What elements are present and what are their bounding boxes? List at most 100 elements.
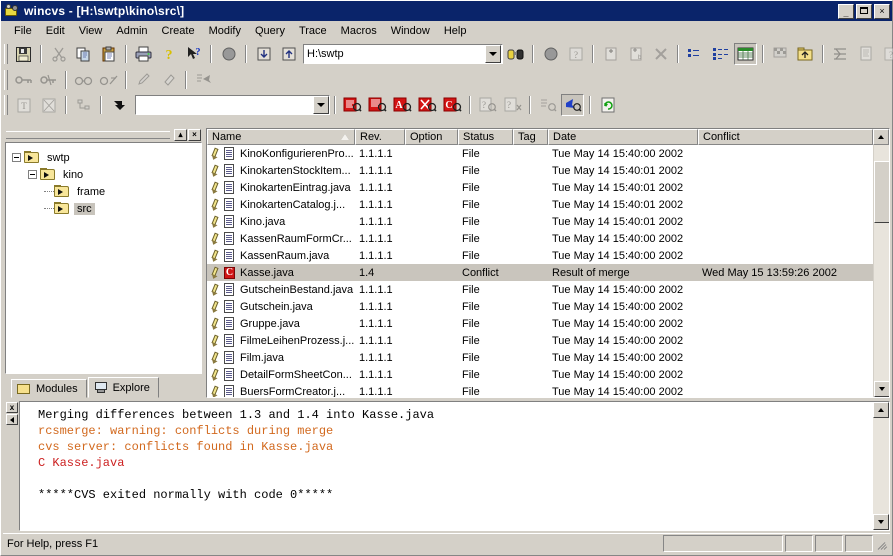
column-header-date[interactable]: Date [548, 129, 698, 145]
menu-window[interactable]: Window [384, 23, 437, 39]
query-conflict-button[interactable]: C [441, 94, 464, 116]
table-row[interactable]: GutscheinBestand.java 1.1.1.1 File Tue May … [207, 281, 873, 298]
menu-file[interactable]: File [7, 23, 39, 39]
scroll-down-button[interactable] [874, 381, 889, 397]
tree-node-swtp[interactable]: swtp [12, 149, 201, 166]
browse-button[interactable] [504, 43, 527, 65]
pane-grip[interactable] [6, 131, 170, 139]
tree-node-kino[interactable]: kino [12, 166, 201, 183]
console-scroll-down-button[interactable] [873, 514, 889, 530]
path-combobox[interactable]: H:\swtp [303, 44, 503, 64]
unedit-button[interactable] [157, 69, 180, 91]
console-collapse-button[interactable] [6, 414, 18, 425]
menu-admin[interactable]: Admin [109, 23, 154, 39]
table-row[interactable]: KinoKonfigurierenPro... 1.1.1.1 File Tue Ma… [207, 145, 873, 162]
tree-pane-minimize-button[interactable]: ▴ [174, 129, 187, 141]
column-header-rev[interactable]: Rev. [355, 129, 405, 145]
menu-edit[interactable]: Edit [39, 23, 72, 39]
path-dropdown-arrow[interactable] [485, 45, 501, 63]
view-small-icons-button[interactable] [684, 43, 707, 65]
context-help-button[interactable]: ? [182, 43, 205, 65]
column-header-status[interactable]: Status [458, 129, 513, 145]
scrollbar-thumb[interactable] [874, 161, 889, 223]
table-row[interactable]: Kino.java 1.1.1.1 File Tue May 14 15:40:01 … [207, 213, 873, 230]
column-header-conflict[interactable]: Conflict [698, 129, 873, 145]
table-row[interactable]: DetailFormSheetCon... 1.1.1.1 File Tue May … [207, 366, 873, 383]
expand-collapse-icon[interactable] [28, 170, 37, 179]
column-header-name[interactable]: Name [207, 129, 355, 145]
goto-button[interactable] [107, 94, 130, 116]
tab-modules[interactable]: Modules [11, 379, 87, 398]
graph-button[interactable] [536, 94, 559, 116]
login-button[interactable] [12, 69, 35, 91]
console-output[interactable]: Merging differences between 1.3 and 1.4 … [19, 401, 890, 531]
refresh-button[interactable] [596, 94, 619, 116]
text-mode-button[interactable]: T [12, 94, 35, 116]
folder-up-button[interactable] [794, 43, 817, 65]
help-question-button[interactable]: ? [157, 43, 180, 65]
file-list-scrollbar[interactable] [873, 145, 889, 397]
toolbar-grip[interactable] [4, 69, 8, 90]
query-clearsearch-button[interactable]: ? [501, 94, 524, 116]
stop-circle-button[interactable] [539, 43, 562, 65]
tree-node-src[interactable]: src [12, 200, 201, 217]
edit-button[interactable] [132, 69, 155, 91]
menu-query[interactable]: Query [248, 23, 292, 39]
toolbar-grip[interactable] [4, 95, 8, 115]
copy-button[interactable] [72, 43, 95, 65]
query-search-button[interactable]: ? [476, 94, 499, 116]
binary-mode-button[interactable] [37, 94, 60, 116]
query-annotate-button[interactable]: A [391, 94, 414, 116]
add-binary-button[interactable]: b [624, 43, 647, 65]
menu-modify[interactable]: Modify [202, 23, 248, 39]
checkout-button[interactable] [252, 43, 275, 65]
import-button[interactable] [277, 43, 300, 65]
tree-view-button[interactable] [72, 94, 95, 116]
stop-button[interactable] [217, 43, 240, 65]
menu-create[interactable]: Create [155, 23, 202, 39]
query-log-button[interactable] [341, 94, 364, 116]
console-scrollbar[interactable] [873, 402, 889, 530]
console-scroll-up-button[interactable] [873, 402, 889, 418]
table-row[interactable]: FilmeLeihenProzess.j... 1.1.1.1 File Tue Ma… [207, 332, 873, 349]
menu-trace[interactable]: Trace [292, 23, 334, 39]
table-row[interactable]: BuersFormCreator.j... 1.1.1.1 File Tue May … [207, 383, 873, 397]
help-box-button[interactable]: ? [564, 43, 587, 65]
tree-node-frame[interactable]: frame [12, 183, 201, 200]
table-row[interactable]: KinokartenStockItem... 1.1.1.1 File Tue May… [207, 162, 873, 179]
watch-off-button[interactable] [97, 69, 120, 91]
remove-button[interactable] [649, 43, 672, 65]
table-row[interactable]: Gruppe.java 1.1.1.1 File Tue May 14 15:40:0… [207, 315, 873, 332]
table-row[interactable]: KinokartenEintrag.java 1.1.1.1 File Tue May… [207, 179, 873, 196]
toolbar-grip[interactable] [4, 44, 8, 64]
query-nodiff-button[interactable] [416, 94, 439, 116]
file-list-body[interactable]: KinoKonfigurierenPro... 1.1.1.1 File Tue Ma… [207, 145, 889, 397]
print-button[interactable] [132, 43, 155, 65]
column-header-tag[interactable]: Tag [513, 129, 548, 145]
minimize-button[interactable]: _ [838, 3, 854, 19]
table-row[interactable]: KassenRaum.java 1.1.1.1 File Tue May 14 15:… [207, 247, 873, 264]
cut-button[interactable] [47, 43, 70, 65]
table-row[interactable]: Gutschein.java 1.1.1.1 File Tue May 14 15:4… [207, 298, 873, 315]
header-scroll-up-button[interactable] [873, 129, 889, 145]
about-button[interactable]: ? [879, 43, 893, 65]
logout-button[interactable] [37, 69, 60, 91]
menu-view[interactable]: View [72, 23, 110, 39]
checkered-flag-button[interactable] [769, 43, 792, 65]
filter-dropdown-arrow[interactable] [313, 96, 329, 114]
tab-explore[interactable]: Explore [87, 377, 159, 398]
query-status-button[interactable] [366, 94, 389, 116]
view-list-button[interactable] [709, 43, 732, 65]
watch-on-button[interactable] [72, 69, 95, 91]
properties-button[interactable] [854, 43, 877, 65]
menu-help[interactable]: Help [437, 23, 474, 39]
view-report-button[interactable] [734, 43, 757, 65]
graph-selected-button[interactable] [561, 94, 584, 116]
watchers-button[interactable] [192, 69, 215, 91]
save-button[interactable] [12, 43, 35, 65]
table-row[interactable]: KinokartenCatalog.j... 1.1.1.1 File Tue May… [207, 196, 873, 213]
menu-macros[interactable]: Macros [334, 23, 384, 39]
tree-pane-close-button[interactable]: × [188, 129, 201, 141]
column-header-option[interactable]: Option [405, 129, 458, 145]
table-row[interactable]: C Kasse.java 1.4 Conflict Result of merge Wed… [207, 264, 873, 281]
